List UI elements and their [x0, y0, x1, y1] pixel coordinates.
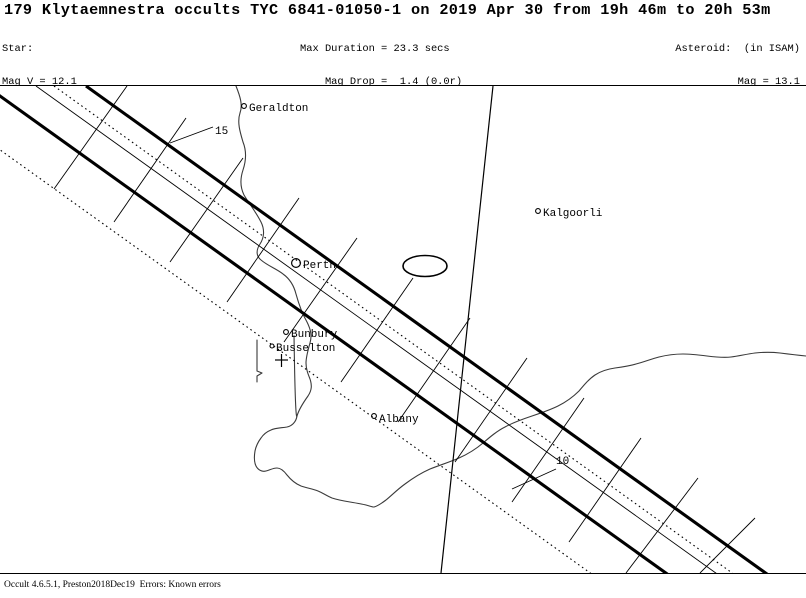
occultation-prediction-window: 179 Klytaemnestra occults TYC 6841-01050…	[0, 0, 806, 598]
city-label-kalgoorli: Kalgoorli	[543, 208, 603, 220]
city-marker-busselton[interactable]: Busselton	[269, 343, 335, 355]
city-label-busselton: Busselton	[276, 343, 335, 355]
city-label-geraldton: Geraldton	[249, 103, 308, 115]
footer-bar: Occult 4.6.5.1, Preston2018Dec19 Errors:…	[0, 574, 806, 598]
footer-credit-text: Occult 4.6.5.1, Preston2018Dec19 Errors:…	[4, 580, 221, 590]
city-marker-geraldton[interactable]: Geraldton	[241, 103, 309, 115]
time-label-15: 15	[215, 126, 228, 138]
city-label-bunbury: Bunbury	[291, 329, 338, 341]
max-duration: Max Duration = 23.3 secs	[300, 42, 450, 55]
map-background	[0, 86, 806, 573]
city-label-perth: Perth	[303, 260, 336, 272]
star-heading: Star:	[2, 42, 34, 55]
city-marker-albany[interactable]: Albany	[371, 413, 419, 426]
time-label-10: 10	[556, 456, 569, 468]
city-label-albany: Albany	[379, 414, 419, 426]
map-canvas[interactable]: 15 10 Geraldton Perth Kalgoorli Bunbury …	[0, 86, 806, 573]
city-marker-bunbury[interactable]: Bunbury	[283, 329, 338, 341]
page-title: 179 Klytaemnestra occults TYC 6841-01050…	[4, 1, 771, 19]
asteroid-heading: Asteroid: (in ISAM)	[675, 42, 800, 55]
city-marker-kalgoorli[interactable]: Kalgoorli	[535, 208, 603, 220]
occultation-map[interactable]: 15 10 Geraldton Perth Kalgoorli Bunbury …	[0, 86, 806, 573]
prediction-header: 179 Klytaemnestra occults TYC 6841-01050…	[0, 0, 806, 224]
